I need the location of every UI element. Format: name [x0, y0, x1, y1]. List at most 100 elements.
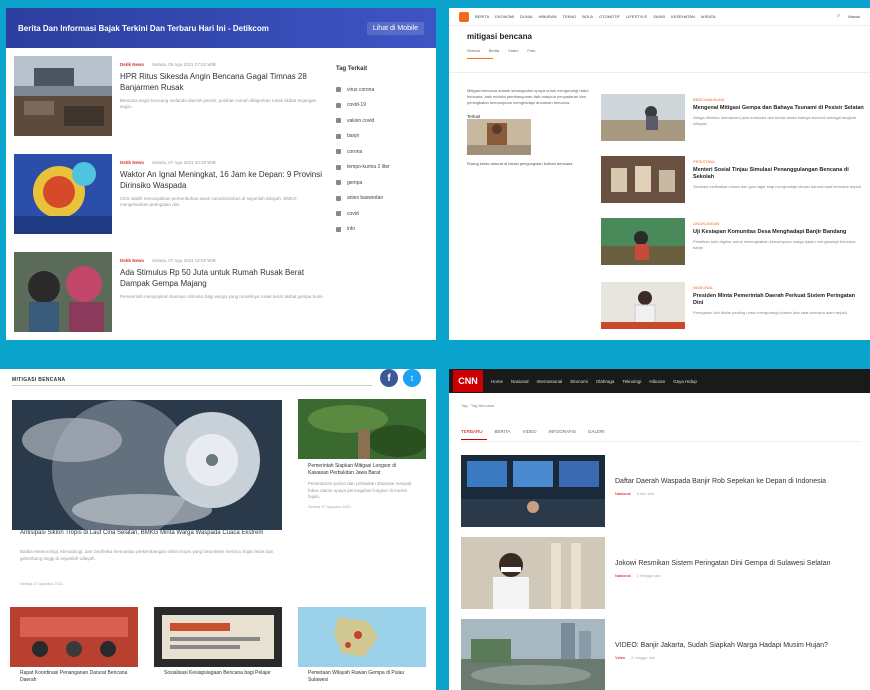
article-title[interactable]: Rapat Koordinasi Penanganan Darurat Benc… — [10, 670, 138, 684]
nav-item[interactable]: Gaya Hidup — [673, 379, 697, 384]
article-thumbnail[interactable] — [461, 455, 605, 527]
featured-image[interactable] — [12, 400, 282, 530]
article-title[interactable]: Menteri Sosial Tinjau Simulasi Penanggul… — [693, 167, 866, 181]
tab-news[interactable]: BERITA — [495, 429, 511, 434]
breadcrumb[interactable]: Tag · Tag Bencana — [461, 403, 494, 408]
nav-item[interactable]: Hiburan — [649, 379, 665, 384]
tab-video[interactable]: VIDEO — [522, 429, 536, 434]
article-title[interactable]: Waktor An Ignal Meningkat, 16 Jam ke Dep… — [120, 170, 324, 192]
list-item[interactable]: Detik News Selasa, 07 Agu 2021 10:19 WIB … — [14, 154, 324, 240]
search-icon[interactable]: ⌕ — [837, 13, 840, 20]
article-category[interactable]: NASIONAL — [693, 285, 866, 290]
nav-item[interactable]: BERITA — [475, 14, 489, 19]
list-item[interactable]: Pemetaan Wilayah Rawan Gempa di Pulau Su… — [298, 607, 426, 684]
nav-item[interactable]: DUNIA — [520, 14, 532, 19]
article-title[interactable]: Daftar Daerah Waspada Banjir Rob Sepekan… — [615, 477, 826, 487]
article-thumbnail[interactable] — [601, 94, 685, 141]
detik-header-button[interactable]: Lihat di Mobile — [366, 21, 424, 35]
facebook-icon[interactable]: f — [380, 369, 398, 387]
login-button[interactable]: Masuk — [848, 14, 860, 19]
nav-item[interactable]: Nasional — [511, 379, 529, 384]
nav-item[interactable]: SAINS — [653, 14, 665, 19]
article-category[interactable]: Detik News — [120, 62, 144, 67]
nav-item[interactable]: HIBURAN — [539, 14, 557, 19]
tab-news[interactable]: Berita — [489, 48, 499, 53]
article-category[interactable]: Nasional — [615, 491, 631, 496]
list-item[interactable]: PERISTIWA Menteri Sosial Tinjau Simulasi… — [601, 156, 866, 203]
cnn-logo[interactable]: CNN — [453, 370, 483, 392]
nav-item[interactable]: WISATA — [701, 14, 716, 19]
nav-item[interactable]: BOLA — [582, 14, 593, 19]
list-item[interactable]: Detik News Selasa, 05 Agu 2021 07:42 WIB … — [14, 56, 324, 142]
list-item[interactable]: Sosialisasi Kesiapsiagaan Bencana bagi P… — [154, 607, 282, 677]
tab-gallery[interactable]: GALERI — [588, 429, 605, 434]
article-category[interactable]: PERISTIWA — [693, 159, 866, 164]
tag-link[interactable]: tempo-kurnia 2 liter — [336, 160, 430, 176]
article-thumbnail[interactable] — [298, 607, 426, 667]
article-title[interactable]: Pemetaan Wilayah Rawan Gempa di Pulau Su… — [298, 670, 426, 684]
article-category[interactable]: BENCANA ALAM — [693, 97, 866, 102]
nav-item[interactable]: EKONOMI — [495, 14, 514, 19]
nav-item[interactable]: Olahraga — [596, 379, 615, 384]
article-title[interactable]: VIDEO: Banjir Jakarta, Sudah Siapkah War… — [615, 641, 828, 651]
nav-item[interactable]: Internasional — [537, 379, 563, 384]
tab-photo[interactable]: Foto — [527, 48, 535, 53]
article-thumbnail[interactable] — [14, 56, 112, 136]
tag-link[interactable]: info — [336, 222, 430, 238]
tag-link[interactable]: banjir — [336, 129, 430, 145]
article-title[interactable]: Pemerintah Siapkan Mitigasi Longsor di K… — [298, 463, 426, 477]
nav-item[interactable]: LIFESTYLE — [626, 14, 647, 19]
list-item[interactable]: Detik News Selasa, 07 Agu 2021 14:03 WIB … — [14, 252, 324, 338]
article-category[interactable]: LINGKUNGAN — [693, 221, 866, 226]
tag-link[interactable]: gempa — [336, 175, 430, 191]
article-thumbnail[interactable] — [461, 537, 605, 609]
tab-latest[interactable]: TERBARU — [461, 429, 483, 434]
tag-link[interactable]: vaksin covid — [336, 113, 430, 129]
article-thumbnail[interactable] — [601, 218, 685, 265]
tab-video[interactable]: Video — [508, 48, 518, 53]
article-title[interactable]: Presiden Minta Pemerintah Daerah Perkuat… — [693, 293, 866, 307]
article-thumbnail[interactable] — [14, 252, 112, 332]
article-thumbnail[interactable] — [154, 607, 282, 667]
article-title[interactable]: Uji Kesiapan Komunitas Desa Menghadapi B… — [693, 229, 866, 236]
list-item[interactable]: NASIONAL Presiden Minta Pemerintah Daera… — [601, 282, 866, 329]
list-item[interactable]: Jokowi Resmikan Sistem Peringatan Dini G… — [461, 537, 861, 609]
list-item[interactable]: Rapat Koordinasi Penanganan Darurat Benc… — [10, 607, 138, 684]
article-title[interactable]: Ada Stimulus Rp 50 Juta untuk Rumah Rusa… — [120, 268, 324, 290]
article-thumbnail[interactable] — [298, 399, 426, 459]
tag-link[interactable]: virus corona — [336, 82, 430, 98]
nav-item[interactable]: Ekonomi — [570, 379, 588, 384]
list-item[interactable]: Daftar Daerah Waspada Banjir Rob Sepekan… — [461, 455, 861, 527]
article-category[interactable]: Detik News — [120, 160, 144, 165]
tab-all[interactable]: Semua — [467, 48, 480, 53]
tag-link[interactable]: covid — [336, 206, 430, 222]
article-thumbnail[interactable] — [461, 619, 605, 690]
article-thumbnail[interactable] — [601, 156, 685, 203]
article-category[interactable]: Video — [615, 655, 625, 660]
list-item[interactable]: VIDEO: Banjir Jakarta, Sudah Siapkah War… — [461, 619, 861, 690]
article-thumbnail[interactable] — [14, 154, 112, 234]
article-category[interactable]: Nasional — [615, 573, 631, 578]
nav-item[interactable]: Teknologi — [622, 379, 641, 384]
nav-item[interactable]: OTOMOTIF — [599, 14, 620, 19]
article-thumbnail[interactable] — [10, 607, 138, 667]
featured-title[interactable]: Antisipasi Siklon Tropis di Laut Cina Se… — [20, 529, 282, 537]
list-item[interactable]: BENCANA ALAM Mengenal Mitigasi Gempa dan… — [601, 94, 866, 141]
tab-infographic[interactable]: INFOGRAFIS — [548, 429, 576, 434]
related-thumbnail[interactable] — [467, 119, 531, 155]
article-thumbnail[interactable] — [601, 282, 685, 329]
list-item[interactable]: Pemerintah Siapkan Mitigasi Longsor di K… — [298, 399, 426, 509]
site-logo-icon[interactable] — [459, 11, 469, 22]
tag-link[interactable]: anies baswedan — [336, 191, 430, 207]
tag-link[interactable]: covid-19 — [336, 98, 430, 114]
nav-item[interactable]: TEKNO — [563, 14, 577, 19]
related-card[interactable]: Ruang kelas darurat di lokasi pengungsia… — [467, 119, 599, 167]
tag-link[interactable]: corona — [336, 144, 430, 160]
article-category[interactable]: Detik News — [120, 258, 144, 263]
article-title[interactable]: Mengenal Mitigasi Gempa dan Bahaya Tsuna… — [693, 105, 866, 112]
nav-item[interactable]: KESEHATAN — [671, 14, 695, 19]
article-title[interactable]: Jokowi Resmikan Sistem Peringatan Dini G… — [615, 559, 831, 569]
list-item[interactable]: LINGKUNGAN Uji Kesiapan Komunitas Desa M… — [601, 218, 866, 265]
article-title[interactable]: Sosialisasi Kesiapsiagaan Bencana bagi P… — [154, 670, 282, 677]
nav-item[interactable]: Home — [491, 379, 503, 384]
